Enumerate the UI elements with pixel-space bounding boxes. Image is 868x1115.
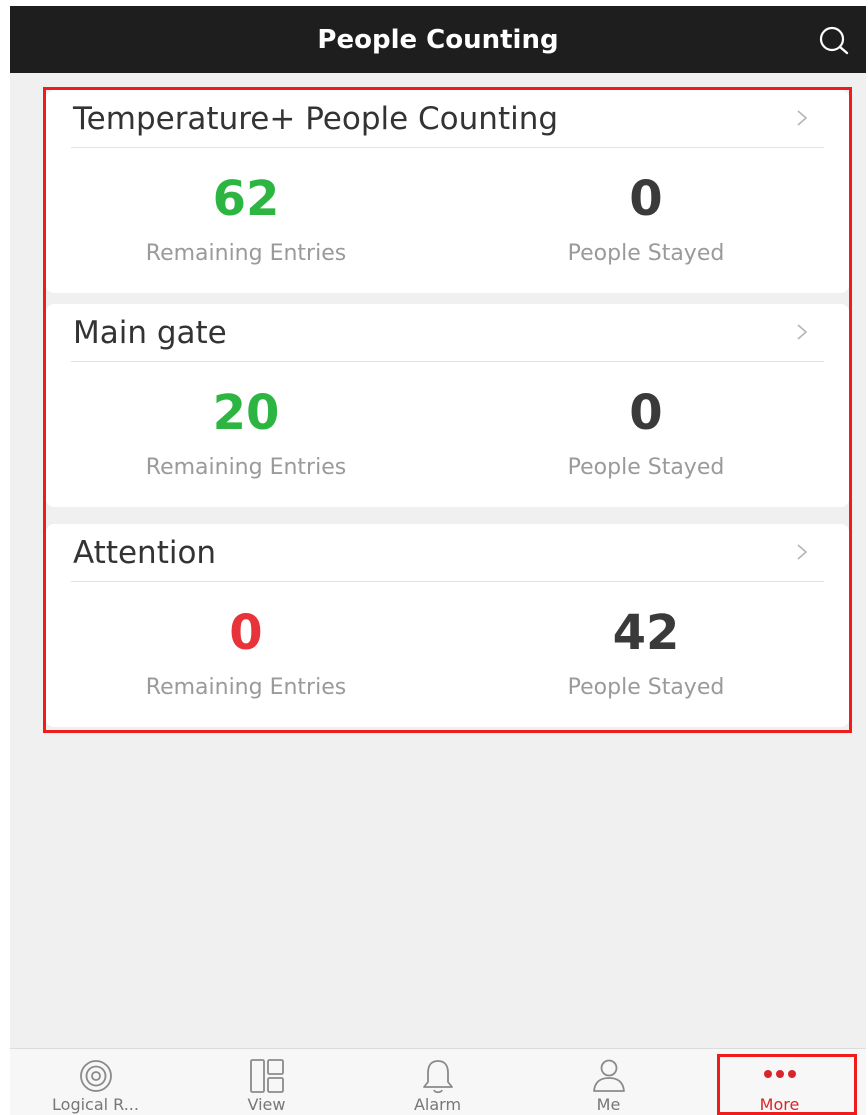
remaining-entries-stat: 62 Remaining Entries: [46, 170, 446, 268]
people-stayed-stat: 0 People Stayed: [446, 384, 846, 482]
app-screen: People Counting Temperature+ People Coun…: [10, 6, 866, 1115]
remaining-entries-stat: 20 Remaining Entries: [46, 384, 446, 482]
people-stayed-label: People Stayed: [567, 455, 725, 480]
tab-me[interactable]: Me: [523, 1049, 694, 1115]
group-header[interactable]: Attention: [46, 524, 849, 581]
group-header[interactable]: Temperature+ People Counting: [46, 90, 849, 147]
divider: [71, 361, 824, 362]
counting-group-card: Main gate 20 Remaining Entries 0 People …: [46, 304, 849, 507]
tab-view[interactable]: View: [181, 1049, 352, 1115]
remaining-entries-value: 62: [212, 171, 280, 227]
chevron-right-icon: [797, 544, 808, 560]
bottom-tab-bar: Logical R... View Alarm Me More: [10, 1048, 866, 1115]
group-header[interactable]: Main gate: [46, 304, 849, 361]
tab-alarm[interactable]: Alarm: [352, 1049, 523, 1115]
people-stayed-value: 0: [629, 385, 663, 441]
remaining-entries-label: Remaining Entries: [145, 241, 347, 266]
people-stayed-value: 42: [612, 605, 680, 661]
tab-label: Alarm: [413, 1095, 462, 1114]
group-name: Temperature+ People Counting: [73, 101, 559, 137]
more-dots-icon: [763, 1070, 796, 1078]
group-name: Attention: [73, 535, 217, 571]
people-stayed-stat: 0 People Stayed: [446, 170, 846, 268]
tab-label: More: [759, 1095, 800, 1114]
remaining-entries-stat: 0 Remaining Entries: [46, 604, 446, 702]
people-stayed-label: People Stayed: [567, 675, 725, 700]
remaining-entries-value: 0: [229, 605, 263, 661]
people-stayed-stat: 42 People Stayed: [446, 604, 846, 702]
remaining-entries-value: 20: [212, 385, 280, 441]
divider: [71, 147, 824, 148]
logical-resource-icon: [79, 1060, 112, 1092]
tab-label: Me: [596, 1095, 621, 1114]
remaining-entries-label: Remaining Entries: [145, 675, 347, 700]
search-button[interactable]: [812, 20, 856, 60]
search-icon: [819, 26, 849, 55]
counting-group-card: Temperature+ People Counting 62 Remainin…: [46, 90, 849, 293]
people-stayed-value: 0: [629, 171, 663, 227]
people-stayed-label: People Stayed: [567, 241, 725, 266]
chevron-right-icon: [797, 324, 808, 340]
remaining-entries-label: Remaining Entries: [145, 455, 347, 480]
person-icon: [592, 1059, 625, 1092]
view-layout-icon: [249, 1059, 284, 1093]
divider: [71, 581, 824, 582]
group-name: Main gate: [73, 315, 227, 351]
tab-label: Logical R...: [52, 1095, 139, 1114]
bell-icon: [422, 1060, 453, 1094]
tab-more[interactable]: More: [694, 1049, 865, 1115]
page-title: People Counting: [317, 25, 559, 55]
chevron-right-icon: [797, 110, 808, 126]
counting-group-card: Attention 0 Remaining Entries 42 People …: [46, 524, 849, 727]
header-bar: People Counting: [10, 6, 866, 73]
tab-logical-resource[interactable]: Logical R...: [10, 1049, 181, 1115]
tab-label: View: [247, 1095, 286, 1114]
